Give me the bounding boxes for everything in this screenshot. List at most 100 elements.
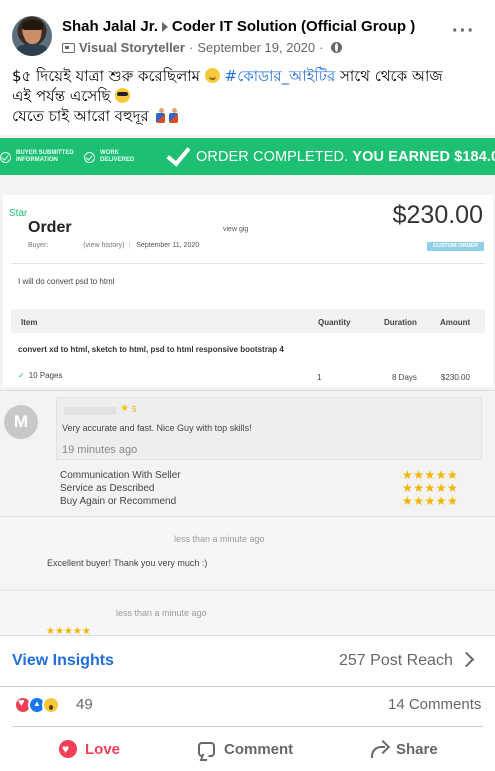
review-score: 5 (132, 405, 137, 414)
text-segment: এই পর্যন্ত এসেছি (12, 87, 111, 105)
order-amount: $230.00 (441, 373, 470, 382)
order-price: $230.00 (392, 201, 483, 229)
review-buyer: M ★ 5 Very accurate and fast. Nice Guy w… (0, 390, 495, 515)
criteria-service: Service as Described (60, 483, 155, 494)
checkmark-icon (166, 145, 190, 163)
post-text-line-2: এই পর্যন্ত এসেছি (12, 86, 482, 106)
post-image[interactable]: BUYER SUBMITTED INFORMATION WORK DELIVER… (0, 135, 495, 635)
reviewer-name-redacted (64, 407, 116, 415)
earned-label: YOU EARNED $184.00 (352, 149, 495, 165)
reaction-count[interactable]: 49 (76, 696, 93, 713)
author-role: Visual Storyteller (79, 40, 185, 55)
view-history-link: (view history) (83, 242, 125, 249)
author-line: Shah Jalal Jr. Coder IT Solution (Officia… (62, 18, 415, 35)
wow-reaction-icon (42, 696, 60, 714)
post-reach[interactable]: 257 Post Reach (339, 652, 453, 670)
post-meta: Visual Storyteller · September 19, 2020 … (62, 40, 343, 55)
buyer-label: Buyer: (28, 242, 49, 249)
check-circle-icon (84, 151, 95, 163)
post-text: $৫ দিয়েই যাত্রা শুরু করেছিলাম #কোডার_আই… (12, 66, 482, 126)
hashtag-link[interactable]: #কোডার_আইটির (225, 67, 336, 85)
order-title: Order (28, 219, 72, 236)
order-completed-banner: BUYER SUBMITTED INFORMATION WORK DELIVER… (0, 138, 495, 175)
share-button[interactable]: Share (370, 737, 438, 761)
insights-bar: View Insights 257 Post Reach (0, 635, 495, 687)
custom-order-badge: CUSTOM ORDER (427, 242, 484, 251)
review-box: ★ 5 Very accurate and fast. Nice Guy wit… (56, 397, 482, 460)
order-meta: Buyer: (view history) | September 11, 202… (28, 242, 200, 249)
order-item-pages: ✓ 10 Pages (18, 371, 63, 380)
order-card: Star Order view gig Buyer: (view history… (3, 195, 493, 387)
more-options-icon[interactable]: ··· (452, 21, 475, 41)
reviewer-avatar: M (4, 405, 38, 439)
review-third: less than a minute ago ★★★★★ (0, 590, 495, 635)
text-segment: সাথে থেকে আজ (339, 67, 443, 85)
post-text-line-3: যেতে চাই আরো বহুদূর (12, 106, 482, 126)
comment-button[interactable]: Comment (198, 737, 293, 761)
group-name[interactable]: Coder IT Solution (Official Group ) (172, 18, 415, 35)
author-avatar[interactable] (12, 16, 52, 56)
step-buyer-info: BUYER SUBMITTED INFORMATION (0, 150, 74, 164)
star-icon: ★ (120, 403, 129, 414)
reaction-icons[interactable] (14, 696, 74, 714)
step-work-delivered: WORK DELIVERED (84, 150, 140, 164)
rating-stars: ★★★★★ (46, 626, 91, 635)
rating-stars: ★★★★★ (402, 481, 459, 495)
comment-label: Comment (224, 740, 294, 758)
text-segment: যেতে চাই আরো বহুদূর (12, 107, 149, 125)
view-gig-link: view gig (223, 226, 249, 233)
rating-stars: ★★★★★ (402, 494, 459, 508)
review-time: less than a minute ago (174, 534, 265, 544)
column-quantity: Quantity (318, 318, 351, 327)
check-circle-icon (0, 151, 11, 163)
review-time: less than a minute ago (116, 608, 207, 618)
text-segment: $৫ দিয়েই যাত্রা শুরু করেছিলাম (12, 67, 200, 85)
rating-stars: ★★★★★ (402, 468, 459, 482)
order-duration: 8 Days (392, 373, 417, 382)
order-quantity: 1 (317, 373, 322, 382)
divider (11, 263, 485, 264)
badge-icon (62, 42, 75, 53)
column-duration: Duration (384, 318, 417, 327)
comments-count[interactable]: 14 Comments (388, 696, 481, 713)
completed-label: ORDER COMPLETED. (196, 149, 349, 165)
order-description: I will do convert psd to html (18, 277, 115, 286)
caret-right-icon (161, 21, 168, 32)
smile-emoji-icon (204, 68, 220, 83)
criteria-communication: Communication With Seller (60, 470, 181, 481)
review-text: Excellent buyer! Thank you very much :) (47, 558, 208, 568)
runner-emoji-icon (167, 108, 180, 123)
column-item: Item (21, 318, 38, 327)
order-table-header: Item Quantity Duration Amount (11, 309, 485, 333)
share-icon (370, 741, 388, 758)
post-date[interactable]: September 19, 2020 (197, 40, 315, 55)
separator-dot: · (188, 40, 194, 55)
step-label: WORK DELIVERED (100, 150, 135, 163)
review-time: 19 minutes ago (62, 444, 138, 456)
comment-icon (198, 741, 215, 757)
love-label: Love (85, 740, 121, 758)
post-actions: Love Comment Share (12, 726, 483, 771)
step-label: BUYER SUBMITTED INFORMATION (16, 150, 74, 163)
post-text-line-1: $৫ দিয়েই যাত্রা শুরু করেছিলাম #কোডার_আই… (12, 66, 482, 86)
star-tag: Star (9, 208, 28, 219)
share-label: Share (396, 740, 438, 758)
banner-text: ORDER COMPLETED. YOU EARNED $184.00 (196, 149, 495, 165)
criteria-recommend: Buy Again or Recommend (60, 496, 177, 507)
check-icon: ✓ (18, 371, 25, 380)
globe-icon (331, 42, 343, 53)
order-date: September 11, 2020 (136, 242, 200, 249)
view-insights-link[interactable]: View Insights (12, 652, 114, 670)
heart-icon (59, 740, 77, 758)
review-seller: less than a minute ago Excellent buyer! … (0, 516, 495, 584)
review-text: Very accurate and fast. Nice Guy with to… (62, 423, 252, 433)
chevron-right-icon[interactable] (458, 651, 475, 668)
author-name[interactable]: Shah Jalal Jr. (62, 18, 158, 35)
post-header: Shah Jalal Jr. Coder IT Solution (Officia… (0, 0, 495, 66)
separator-dot: · (319, 40, 324, 55)
column-amount: Amount (440, 318, 471, 327)
order-item-description: convert xd to html, sketch to html, psd … (18, 345, 284, 354)
sunglasses-emoji-icon (115, 88, 131, 103)
runner-emoji-icon (154, 108, 167, 123)
love-button[interactable]: Love (59, 737, 120, 761)
